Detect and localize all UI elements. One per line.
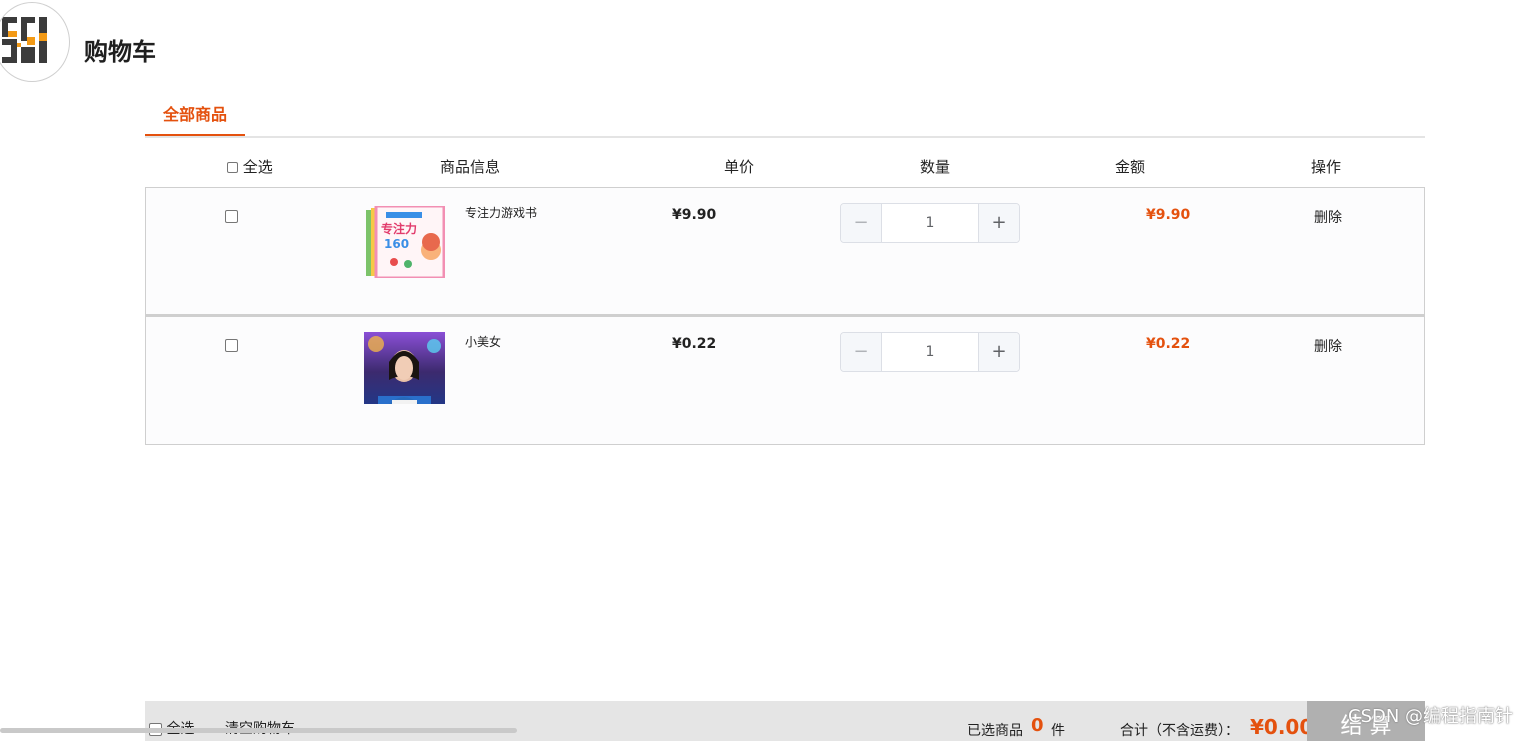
quantity-stepper: − + <box>840 332 1020 372</box>
header-select-all[interactable]: 全选 <box>227 150 273 184</box>
increase-quantity-button[interactable]: + <box>978 333 1019 371</box>
sum-amount: ¥0.00 <box>1250 715 1314 739</box>
quantity-stepper: − + <box>840 203 1020 243</box>
decrease-quantity-button[interactable]: − <box>841 204 882 242</box>
table-header: 全选 商品信息 单价 数量 金额 操作 <box>145 150 1425 186</box>
quantity-input[interactable] <box>882 333 978 371</box>
cart-item-list: 专注力 160 专注力游戏书 ¥9.90 − + ¥9.90 删除 <box>145 187 1425 445</box>
tab-bar: 全部商品 <box>145 98 1425 138</box>
horizontal-scrollbar[interactable] <box>0 728 517 733</box>
delete-item-button[interactable]: 删除 <box>1314 207 1342 227</box>
unit-price: ¥9.90 <box>672 207 717 223</box>
product-image[interactable] <box>364 332 445 404</box>
svg-text:专注力: 专注力 <box>381 221 417 236</box>
item-total: ¥0.22 <box>1146 336 1191 352</box>
watermark: CSDN @编程指南针 <box>1348 706 1514 727</box>
cart-item-row: 专注力 160 专注力游戏书 ¥9.90 − + ¥9.90 删除 <box>145 187 1425 315</box>
quantity-input[interactable] <box>882 204 978 242</box>
header-unit-price: 单价 <box>724 158 755 176</box>
item-checkbox[interactable] <box>225 210 238 223</box>
tab-all-items[interactable]: 全部商品 <box>145 98 245 136</box>
product-name[interactable]: 小美女 <box>465 333 501 350</box>
delete-item-button[interactable]: 删除 <box>1314 336 1342 356</box>
item-total: ¥9.90 <box>1146 207 1191 223</box>
product-name[interactable]: 专注力游戏书 <box>465 204 537 221</box>
selected-items-unit: 件 <box>1051 723 1065 739</box>
item-checkbox[interactable] <box>225 339 238 352</box>
decrease-quantity-button[interactable]: − <box>841 333 882 371</box>
svg-text:160: 160 <box>384 237 409 251</box>
page-title: 购物车 <box>84 38 156 66</box>
sum-label: 合计（不含运费）： <box>1120 723 1239 739</box>
increase-quantity-button[interactable]: + <box>978 204 1019 242</box>
cart-item-row: 小美女 ¥0.22 − + ¥0.22 删除 <box>145 315 1425 445</box>
select-all-label: 全选 <box>242 158 273 176</box>
logo-mark-icon <box>2 17 47 63</box>
unit-price: ¥0.22 <box>672 336 717 352</box>
header-amount: 金额 <box>1115 158 1146 176</box>
product-image[interactable]: 专注力 160 <box>364 206 445 278</box>
select-all-checkbox[interactable] <box>227 162 238 173</box>
header-quantity: 数量 <box>920 158 951 176</box>
header-action: 操作 <box>1311 158 1342 176</box>
header-item-info: 商品信息 <box>440 158 501 176</box>
selected-items-label: 已选商品 <box>967 723 1023 739</box>
site-logo[interactable] <box>0 2 70 82</box>
cart-footer-bar: 全选 清空购物车 已选商品 0 件 合计（不含运费）： ¥0.00 结 算 <box>145 701 1425 741</box>
